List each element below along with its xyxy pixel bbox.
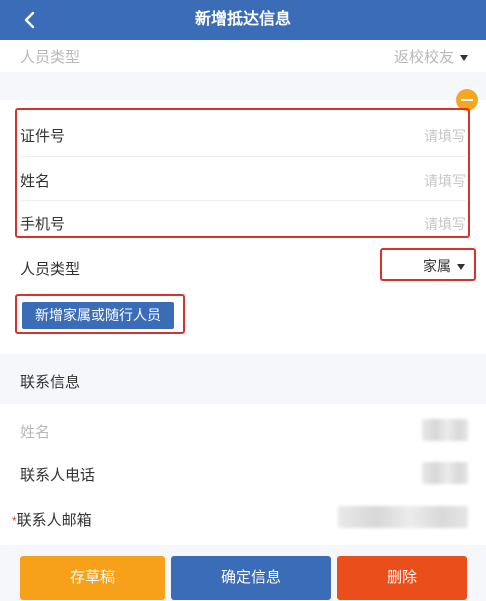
phone-label: 手机号 xyxy=(20,216,66,233)
id-number-field[interactable]: 证件号 请填写 xyxy=(0,114,486,156)
companion-type-value: 家属 xyxy=(423,258,451,274)
confirm-button[interactable]: 确定信息 xyxy=(171,556,331,600)
phone-field[interactable]: 手机号 请填写 xyxy=(0,202,486,238)
section-gap xyxy=(0,72,486,100)
id-number-placeholder: 请填写 xyxy=(424,128,466,144)
contact-phone-row[interactable]: 联系人电话 xyxy=(0,452,486,496)
person-type-label: 人员类型 xyxy=(20,49,81,66)
person-type-value: 返校校友 xyxy=(393,49,454,66)
phone-placeholder: 请填写 xyxy=(424,216,466,232)
name-placeholder: 请填写 xyxy=(424,173,466,189)
contact-section-title: 联系信息 xyxy=(20,374,81,391)
person-type-row-top: 人员类型 返校校友 xyxy=(0,40,486,70)
id-number-label: 证件号 xyxy=(20,128,66,145)
redacted-value xyxy=(338,506,468,528)
companion-type-label: 人员类型 xyxy=(20,261,81,278)
divider xyxy=(20,156,466,157)
contact-email-label-wrap: *联系人邮箱 xyxy=(12,509,92,530)
save-draft-button[interactable]: 存草稿 xyxy=(20,556,165,600)
add-companion-button[interactable]: 新增家属或随行人员 xyxy=(22,302,174,329)
contact-section-header: 联系信息 xyxy=(0,354,486,404)
delete-button[interactable]: 删除 xyxy=(337,556,467,600)
top-nav-bar: 新增抵达信息 xyxy=(0,0,486,40)
page-title: 新增抵达信息 xyxy=(194,11,291,28)
contact-email-row[interactable]: *联系人邮箱 xyxy=(0,496,486,540)
remove-companion-icon[interactable] xyxy=(456,89,478,111)
caret-down-icon xyxy=(460,55,468,62)
companion-type-select[interactable]: 家属 xyxy=(383,251,473,281)
contact-name-row[interactable]: 姓名 xyxy=(0,408,486,452)
person-type-select-top[interactable]: 返校校友 xyxy=(394,46,468,67)
divider xyxy=(20,200,466,201)
name-field[interactable]: 姓名 请填写 xyxy=(0,158,486,200)
name-label: 姓名 xyxy=(20,173,51,190)
contact-name-label: 姓名 xyxy=(20,424,51,441)
contact-phone-label: 联系人电话 xyxy=(20,467,96,484)
redacted-value xyxy=(422,462,468,484)
contact-email-label: 联系人邮箱 xyxy=(16,512,92,529)
caret-down-icon xyxy=(457,264,465,271)
redacted-value xyxy=(422,419,468,441)
